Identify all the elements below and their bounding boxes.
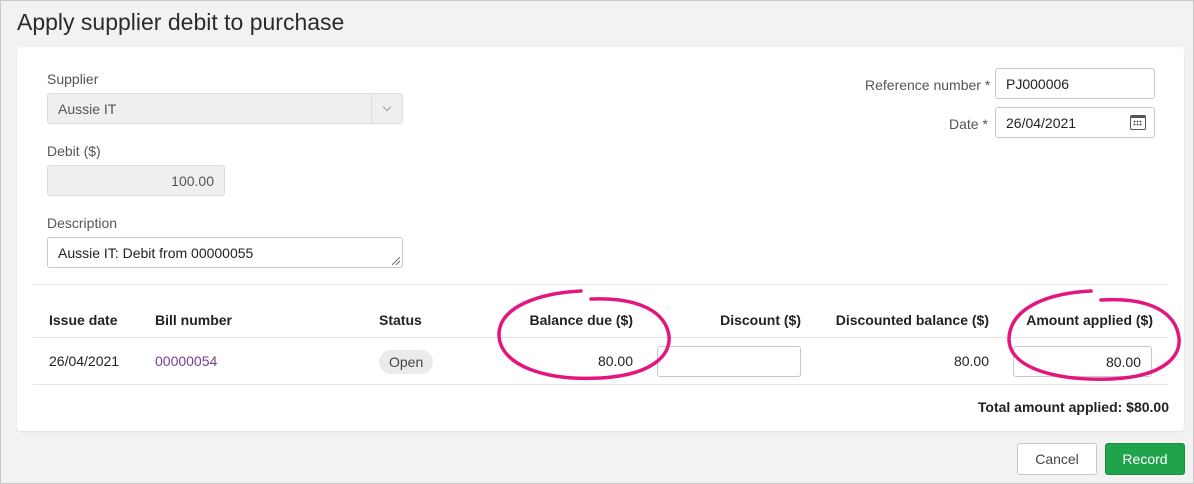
section-divider (33, 284, 1168, 285)
date-label: Date * (949, 116, 988, 132)
page-title: Apply supplier debit to purchase (17, 9, 345, 35)
header-status: Status (379, 312, 422, 328)
description-field[interactable]: Aussie IT: Debit from 00000055 (47, 237, 403, 268)
discount-input[interactable] (657, 346, 801, 377)
required-mark: * (984, 77, 991, 93)
debit-field[interactable]: 100.00 (47, 165, 225, 196)
date-value: 26/04/2021 (1006, 114, 1077, 131)
supplier-label: Supplier (47, 71, 99, 87)
total-amount-applied: Total amount applied: $80.00 (977, 399, 1169, 415)
header-issue-date: Issue date (49, 312, 118, 328)
header-balance-due: Balance due ($) (529, 312, 633, 328)
bill-number-link[interactable]: 00000054 (155, 353, 217, 369)
cancel-button[interactable]: Cancel (1017, 443, 1097, 475)
row-balance-due: 80.00 (597, 353, 633, 369)
supplier-value: Aussie IT (58, 100, 117, 117)
status-badge: Open (379, 350, 434, 374)
supplier-select[interactable]: Aussie IT (47, 93, 403, 124)
table-header-divider (33, 337, 1168, 338)
record-button[interactable]: Record (1105, 443, 1185, 475)
header-bill-number: Bill number (155, 312, 233, 328)
reference-number-field[interactable]: PJ000006 (995, 68, 1155, 99)
required-mark: * (982, 116, 988, 132)
resize-handle-icon[interactable] (392, 257, 400, 265)
description-label: Description (47, 215, 118, 231)
debit-label: Debit ($) (47, 143, 101, 159)
form-card: Supplier Aussie IT Debit ($) 100.00 Desc… (17, 47, 1184, 431)
table-row-divider (33, 384, 1168, 385)
row-issue-date: 26/04/2021 (49, 353, 120, 369)
reference-number-value: PJ000006 (1006, 75, 1070, 92)
header-discounted-balance: Discounted balance ($) (835, 312, 989, 328)
amount-applied-input[interactable]: 80.00 (1013, 346, 1152, 377)
chevron-down-icon (371, 94, 402, 123)
description-value: Aussie IT: Debit from 00000055 (58, 244, 254, 261)
header-amount-applied: Amount applied ($) (1026, 312, 1153, 328)
reference-number-label: Reference number * (865, 77, 991, 93)
calendar-icon[interactable] (1130, 115, 1146, 130)
date-field[interactable]: 26/04/2021 (995, 107, 1155, 138)
amount-applied-value: 80.00 (1105, 353, 1141, 370)
row-discounted-balance: 80.00 (953, 353, 989, 369)
debit-value: 100.00 (171, 172, 214, 189)
header-discount: Discount ($) (720, 312, 801, 328)
